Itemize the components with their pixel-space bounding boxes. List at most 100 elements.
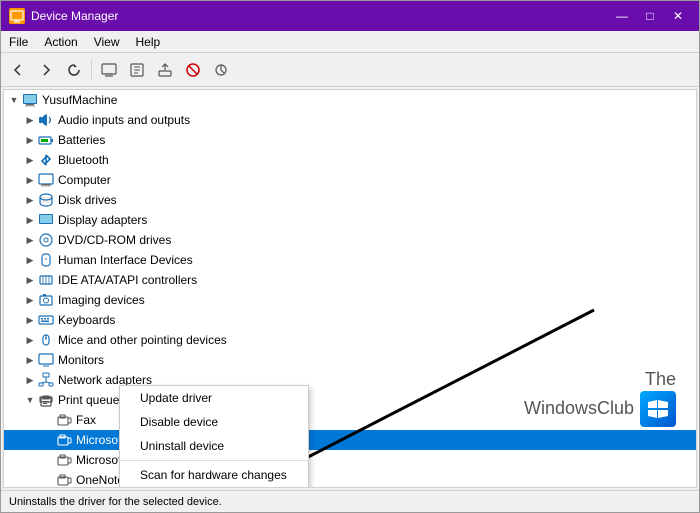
context-menu: Update driver Disable device Uninstall d… — [119, 385, 309, 488]
disable-device-label: Disable device — [140, 415, 218, 429]
toolbar — [1, 53, 699, 87]
computer-icon2 — [38, 172, 54, 188]
mice-label: Mice and other pointing devices — [58, 333, 227, 347]
context-disable-device[interactable]: Disable device — [120, 410, 308, 434]
minimize-button[interactable]: — — [609, 6, 635, 26]
display-button[interactable] — [96, 57, 122, 83]
tree-item-ms-xps[interactable]: ▶ Microsoft XPS Document Writer — [4, 450, 696, 470]
hid-expander[interactable]: ▶ — [22, 252, 38, 268]
tree-item-ide[interactable]: ▶ IDE ATA/ATAPI controllers — [4, 270, 696, 290]
title-bar: Device Manager — □ ✕ — [1, 1, 699, 31]
disk-expander[interactable]: ▶ — [22, 192, 38, 208]
app-icon — [9, 8, 25, 24]
tree-item-bluetooth[interactable]: ▶ Bluetooth — [4, 150, 696, 170]
refresh-button[interactable] — [61, 57, 87, 83]
device-manager-window: Device Manager — □ ✕ File Action View He… — [0, 0, 700, 513]
monitors-label: Monitors — [58, 353, 104, 367]
menu-view[interactable]: View — [86, 31, 128, 52]
window-title: Device Manager — [31, 9, 609, 23]
tree-item-hid[interactable]: ▶ Human Interface Devices — [4, 250, 696, 270]
display-expander[interactable]: ▶ — [22, 212, 38, 228]
close-button[interactable]: ✕ — [665, 6, 691, 26]
onenote-icon — [56, 472, 72, 488]
scan-button[interactable] — [208, 57, 234, 83]
disk-icon — [38, 192, 54, 208]
tree-item-ms-pdf[interactable]: ▶ Microsoft Print to PDF — [4, 430, 696, 450]
tree-item-dvd[interactable]: ▶ DVD/CD-ROM drives — [4, 230, 696, 250]
disable-button[interactable] — [180, 57, 206, 83]
separator-1 — [91, 60, 92, 80]
batteries-expander[interactable]: ▶ — [22, 132, 38, 148]
update-driver-label: Update driver — [140, 391, 212, 405]
properties-button[interactable] — [124, 57, 150, 83]
mice-expander[interactable]: ▶ — [22, 332, 38, 348]
ms-pdf-icon — [56, 432, 72, 448]
update-driver-button[interactable] — [152, 57, 178, 83]
status-text: Uninstalls the driver for the selected d… — [9, 496, 222, 508]
tree-item-batteries[interactable]: ▶ Batteries — [4, 130, 696, 150]
ide-label: IDE ATA/ATAPI controllers — [58, 273, 197, 287]
tree-item-audio[interactable]: ▶ Audio inputs and outputs — [4, 110, 696, 130]
menu-action[interactable]: Action — [36, 31, 85, 52]
menu-file[interactable]: File — [1, 31, 36, 52]
tree-item-network[interactable]: ▶ Network adapters — [4, 370, 696, 390]
hid-label: Human Interface Devices — [58, 253, 193, 267]
audio-icon — [38, 112, 54, 128]
maximize-button[interactable]: □ — [637, 6, 663, 26]
computer-expander[interactable]: ▶ — [22, 172, 38, 188]
root-label: YusufMachine — [42, 93, 117, 107]
bluetooth-expander[interactable]: ▶ — [22, 152, 38, 168]
hid-icon — [38, 252, 54, 268]
back-button[interactable] — [5, 57, 31, 83]
device-tree[interactable]: ▼ YusufMachine ▶ — [3, 89, 697, 488]
tree-item-print-queues[interactable]: ▼ Print queues — [4, 390, 696, 410]
computer-label: Computer — [58, 173, 111, 187]
fax-label: Fax — [76, 413, 96, 427]
print-queues-label: Print queues — [58, 393, 125, 407]
audio-expander[interactable]: ▶ — [22, 112, 38, 128]
print-queues-icon — [38, 392, 54, 408]
audio-label: Audio inputs and outputs — [58, 113, 190, 127]
dvd-expander[interactable]: ▶ — [22, 232, 38, 248]
dvd-label: DVD/CD-ROM drives — [58, 233, 171, 247]
keyboards-expander[interactable]: ▶ — [22, 312, 38, 328]
tree-item-computer[interactable]: ▶ Computer — [4, 170, 696, 190]
tree-root[interactable]: ▼ YusufMachine — [4, 90, 696, 110]
keyboards-label: Keyboards — [58, 313, 115, 327]
tree-item-display[interactable]: ▶ Display adapters — [4, 210, 696, 230]
monitors-expander[interactable]: ▶ — [22, 352, 38, 368]
menu-bar: File Action View Help — [1, 31, 699, 53]
menu-help[interactable]: Help — [128, 31, 169, 52]
ide-expander[interactable]: ▶ — [22, 272, 38, 288]
tree-item-onenote[interactable]: ▶ OneNote (Desktop) — [4, 470, 696, 488]
tree-item-keyboards[interactable]: ▶ Keyboards — [4, 310, 696, 330]
tree-item-disk[interactable]: ▶ Disk drives — [4, 190, 696, 210]
tree-item-monitors[interactable]: ▶ Monitors — [4, 350, 696, 370]
forward-button[interactable] — [33, 57, 59, 83]
context-uninstall-device[interactable]: Uninstall device — [120, 434, 308, 458]
context-scan-hardware[interactable]: Scan for hardware changes — [120, 463, 308, 487]
monitor-icon — [38, 352, 54, 368]
batteries-label: Batteries — [58, 133, 105, 147]
computer-icon — [22, 92, 38, 108]
scan-hardware-label: Scan for hardware changes — [140, 468, 287, 482]
ms-xps-icon — [56, 452, 72, 468]
network-expander[interactable]: ▶ — [22, 372, 38, 388]
fax-icon — [56, 412, 72, 428]
keyboard-icon — [38, 312, 54, 328]
tree-item-fax[interactable]: ▶ Fax — [4, 410, 696, 430]
tree-item-imaging[interactable]: ▶ Imaging devices — [4, 290, 696, 310]
bluetooth-label: Bluetooth — [58, 153, 109, 167]
tree-item-mice[interactable]: ▶ Mice and other pointing devices — [4, 330, 696, 350]
main-content: ▼ YusufMachine ▶ — [1, 87, 699, 490]
mouse-icon — [38, 332, 54, 348]
batteries-icon — [38, 132, 54, 148]
display-label: Display adapters — [58, 213, 147, 227]
root-expander[interactable]: ▼ — [6, 92, 22, 108]
context-update-driver[interactable]: Update driver — [120, 386, 308, 410]
bluetooth-icon — [38, 152, 54, 168]
imaging-expander[interactable]: ▶ — [22, 292, 38, 308]
dvd-icon — [38, 232, 54, 248]
print-queues-expander[interactable]: ▼ — [22, 392, 38, 408]
imaging-label: Imaging devices — [58, 293, 145, 307]
